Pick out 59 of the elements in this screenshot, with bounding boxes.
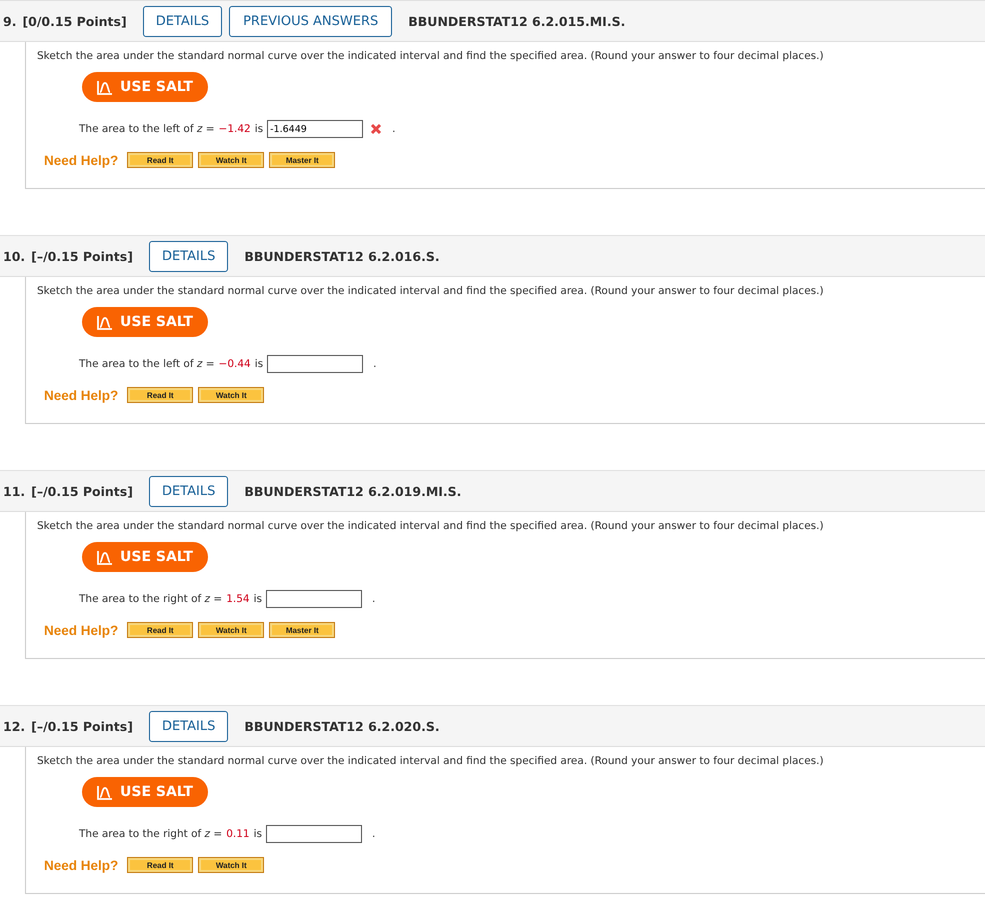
- prompt-end: is: [254, 358, 264, 370]
- z-value: −1.42: [218, 123, 251, 135]
- z-value: 0.11: [226, 828, 250, 840]
- help-resource-button[interactable]: Master It: [269, 152, 336, 168]
- question-number: 11.: [3, 484, 26, 498]
- question-number: 12.: [3, 718, 26, 734]
- instruction-text: Sketch the area under the standard normal curve over the indicated interval and find the specified area. (Round your answer to four decimal places.): [37, 755, 825, 767]
- details-button[interactable]: DETAILS: [148, 476, 228, 506]
- question-number: 9.: [3, 14, 16, 28]
- problem-code: BBUNDERSTAT12 6.2.020.S.: [244, 718, 440, 734]
- z-value: −0.44: [218, 358, 251, 370]
- question-prompt: The area to the right of z =: [79, 828, 222, 840]
- answer-field[interactable]: [267, 355, 364, 373]
- period-mark: .: [373, 358, 376, 370]
- bell-curve-icon: [97, 784, 113, 800]
- instruction-text: Sketch the area under the standard normal curve over the indicated interval and find the specified area. (Round your answer to four decimal places.): [37, 50, 825, 62]
- period-mark: .: [392, 123, 396, 135]
- prompt-end: is: [254, 123, 264, 135]
- help-resource-button[interactable]: Master It: [269, 622, 336, 638]
- help-resource-button[interactable]: Read It: [127, 857, 194, 873]
- instruction-text: Sketch the area under the standard normal curve over the indicated interval and find the specified area. (Round your answer to four decimal places.): [37, 520, 825, 532]
- answer-field[interactable]: [266, 825, 362, 843]
- help-resource-button[interactable]: Read It: [127, 622, 194, 638]
- problem-code: BBUNDERSTAT12 6.2.019.MI.S.: [244, 484, 462, 498]
- answer-field[interactable]: [266, 590, 362, 608]
- question-prompt: The area to the left of z =: [79, 358, 215, 370]
- question-prompt: The area to the right of z =: [79, 593, 222, 605]
- points-label: [–/0.15 Points]: [31, 718, 133, 734]
- question-number: 10.: [3, 248, 26, 264]
- period-mark: .: [372, 593, 376, 605]
- bell-curve-icon: [97, 80, 113, 94]
- question-prompt: The area to the left of z =: [79, 123, 215, 135]
- z-value: 1.54: [226, 593, 250, 605]
- need-help-label: Need Help?: [44, 622, 118, 638]
- need-help-label: Need Help?: [44, 388, 118, 402]
- problem-code: BBUNDERSTAT12 6.2.015.MI.S.: [408, 14, 626, 28]
- details-button[interactable]: DETAILS: [142, 6, 222, 36]
- prompt-end: is: [254, 828, 262, 840]
- points-label: [–/0.15 Points]: [31, 248, 133, 264]
- details-button[interactable]: DETAILS: [148, 240, 228, 272]
- help-resource-button[interactable]: Read It: [127, 152, 194, 168]
- need-help-label: Need Help?: [44, 152, 118, 168]
- points-label: [–/0.15 Points]: [31, 484, 133, 498]
- instruction-text: Sketch the area under the standard normal curve over the indicated interval and find the specified area. (Round your answer to four decimal places.): [37, 285, 825, 297]
- bell-curve-icon: [97, 314, 113, 330]
- help-resource-button[interactable]: Watch It: [198, 622, 264, 638]
- previous-answers-button[interactable]: PREVIOUS ANSWERS: [229, 6, 392, 36]
- bell-curve-icon: [97, 550, 113, 564]
- prompt-end: is: [254, 593, 262, 605]
- problem-code: BBUNDERSTAT12 6.2.016.S.: [244, 248, 440, 264]
- period-mark: .: [372, 828, 376, 840]
- points-label: [0/0.15 Points]: [22, 14, 127, 28]
- help-resource-button[interactable]: Watch It: [198, 857, 264, 873]
- answer-field[interactable]: -1.6449: [267, 120, 364, 138]
- help-resource-button[interactable]: Watch It: [198, 387, 264, 403]
- help-resource-button[interactable]: Read It: [127, 387, 194, 403]
- help-resource-button[interactable]: Watch It: [198, 152, 264, 168]
- details-button[interactable]: DETAILS: [148, 710, 228, 742]
- need-help-label: Need Help?: [44, 858, 118, 872]
